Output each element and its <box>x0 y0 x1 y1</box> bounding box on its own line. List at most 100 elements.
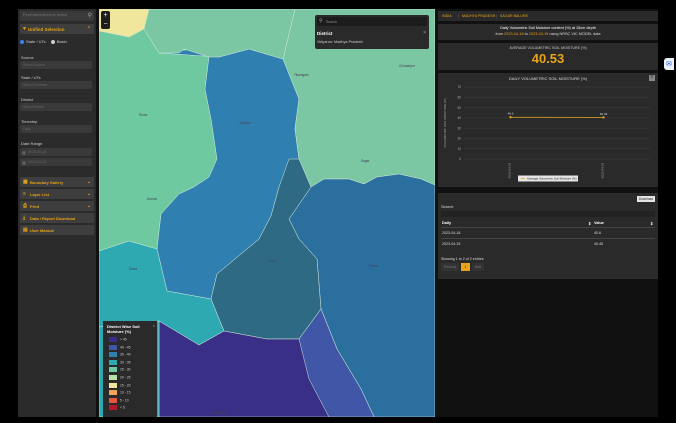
zoom-in-button[interactable]: + <box>101 11 110 20</box>
info-date-from: 2023-04-18 <box>504 32 524 36</box>
legend-swatch <box>109 390 117 396</box>
place-label: Jabalpur <box>239 121 252 125</box>
date-from-value: 2023-04-18 <box>28 150 46 154</box>
map-legend: District Wise Soil Moisture (%) × > 45 40… <box>103 321 157 417</box>
chevron-down-icon: ⌄ <box>86 191 91 197</box>
breadcrumb-item[interactable]: SAGAR BALURE <box>500 14 528 18</box>
legend-swatch <box>109 405 117 411</box>
state-select[interactable]: Select Province <box>20 81 92 89</box>
line-chart: 0 10 20 30 40 50 60 70 VOLUMETRIC SOIL MOISTURE … <box>443 85 650 182</box>
chat-widget[interactable]: ✉ <box>664 58 674 70</box>
state-label: State / UTs <box>21 75 41 80</box>
place-label: Tikamgarh <box>294 73 309 77</box>
info-line-2: from 2023-04-18 to 2023-04-19 using NRSC… <box>438 32 658 36</box>
legend-item: 15 - 20 <box>109 382 131 389</box>
legend-label: 40 - 45 <box>120 344 131 349</box>
district-search-placeholder: Search <box>326 19 338 24</box>
district-value: Vidyaron: Madhya Pradesh <box>317 40 363 44</box>
column-header-daily[interactable]: Daily <box>442 221 451 225</box>
date-from-input[interactable]: ▦ 2023-04-18 <box>20 148 92 156</box>
chat-icon: ✉ <box>666 61 672 68</box>
district-select[interactable]: Select District <box>20 103 92 111</box>
source-label: Source <box>21 55 34 60</box>
place-label: Satna <box>129 267 138 271</box>
sort-icon[interactable]: ⇕ <box>650 221 653 226</box>
timestep-select[interactable]: Daily <box>20 125 92 133</box>
unified-selection-header[interactable]: ▼ Unified Selection ⌃ <box>20 24 94 34</box>
state-placeholder: Select Province <box>23 83 48 87</box>
layer-list-label: Layer List <box>30 192 49 197</box>
legend-item: 40 - 45 <box>109 344 131 351</box>
layers-icon: ≡ <box>23 191 26 197</box>
radio-state-ut[interactable] <box>20 39 24 44</box>
info-suffix: using NRSC VIC MODEL data <box>549 32 601 36</box>
legend-swatch <box>109 382 117 388</box>
place-label: Panna <box>369 264 379 268</box>
radio-basin-label: Basin <box>56 39 67 44</box>
chevron-down-icon: ⌄ <box>86 179 91 185</box>
source-select[interactable]: Select Source <box>20 61 92 69</box>
map-view[interactable]: Tikamgarh Chhatarpur Rewa Jabalpur Sagar… <box>99 9 435 417</box>
date-range-label: Date Range <box>21 141 43 146</box>
district-north[interactable] <box>143 9 296 60</box>
download-icon: ⤓ <box>23 215 26 221</box>
district-placeholder: Select District <box>23 105 45 109</box>
chevron-up-icon[interactable]: ⌃ <box>87 26 91 32</box>
legend-swatch <box>109 359 117 365</box>
search-icon[interactable]: ⚲ <box>88 12 92 19</box>
legend-item: 5 - 10 <box>109 397 129 404</box>
region-type-radios: State / UTs Basin <box>20 39 67 44</box>
search-placeholder: Find/Jump/Area to select <box>23 12 68 17</box>
gallery-icon: ▦ <box>23 179 28 185</box>
print-button[interactable]: ⎙ Print ⌄ <box>20 201 94 211</box>
legend-label: > 45 <box>120 337 127 342</box>
legend-item: 25 - 30 <box>109 367 131 373</box>
source-placeholder: Select Source <box>23 63 45 67</box>
legend-item: 30 - 35 <box>109 359 131 366</box>
place-label: Katni <box>269 259 277 263</box>
page-1-button[interactable]: 1 <box>461 263 470 271</box>
district-search-input[interactable]: ⚲ Search <box>317 17 427 26</box>
breadcrumb-item[interactable]: INDIA <box>442 14 452 18</box>
average-label: AVERAGE VOLUMETRIC SOIL MOISTURE (%) <box>509 46 587 50</box>
legend-label: 5 - 10 <box>120 398 129 403</box>
breadcrumb-item[interactable]: MADHYA PRADESH <box>462 14 495 18</box>
previous-page-button[interactable]: Previous <box>441 263 459 271</box>
radio-basin[interactable] <box>50 39 55 44</box>
legend-label: 25 - 30 <box>120 367 131 372</box>
y-tick-label: 60 <box>457 95 461 99</box>
date-to-value: 2023-04-19 <box>28 160 46 164</box>
legend-title: District Wise Soil Moisture (%) <box>107 324 140 334</box>
download-button[interactable]: Download <box>637 196 655 202</box>
place-label: Narsinghpur <box>211 411 229 415</box>
close-icon[interactable]: × <box>423 30 426 36</box>
legend-label: 20 - 25 <box>120 375 131 380</box>
y-tick-label: 70 <box>457 85 461 89</box>
sort-icon[interactable]: ⇕ <box>588 221 591 226</box>
close-icon[interactable]: × <box>153 323 155 328</box>
column-header-value[interactable]: Value <box>594 221 604 225</box>
table-search-input[interactable] <box>441 211 655 217</box>
print-label: Print <box>30 204 40 209</box>
search-input[interactable]: Find/Jump/Area to select ⚲ <box>20 11 94 21</box>
app-frame: Find/Jump/Area to select ⚲ ▼ Unified Sel… <box>18 9 658 417</box>
user-manual-button[interactable]: ▤ User Manual <box>20 225 94 235</box>
legend-label: 30 - 35 <box>120 360 131 365</box>
info-banner: Daily Volumetric Soil Moisture content (… <box>438 24 658 40</box>
place-label: Sagar <box>361 159 370 163</box>
timestep-value: Daily <box>23 127 31 131</box>
print-icon: ⎙ <box>23 203 28 209</box>
calendar-icon: ▦ <box>22 159 26 165</box>
legend-item: < 5 <box>109 405 125 411</box>
info-line-1: Daily Volumetric Soil Moisture content (… <box>500 26 596 30</box>
data-report-download-button[interactable]: ⤓ Data / Report Download <box>20 213 94 223</box>
place-label: Damoh <box>147 197 158 201</box>
zoom-out-button[interactable]: − <box>101 20 110 29</box>
next-page-button[interactable]: Next <box>472 263 484 271</box>
date-to-input[interactable]: ▦ 2023-04-19 <box>20 158 92 166</box>
info-mid: to <box>524 32 528 36</box>
legend-swatch <box>109 344 117 350</box>
legend-label: < 5 <box>120 405 125 410</box>
layer-list-button[interactable]: ≡ Layer List ⌄ <box>20 189 94 199</box>
boundary-gallery-button[interactable]: ▦ Boundary Gallery ⌄ <box>20 177 94 187</box>
